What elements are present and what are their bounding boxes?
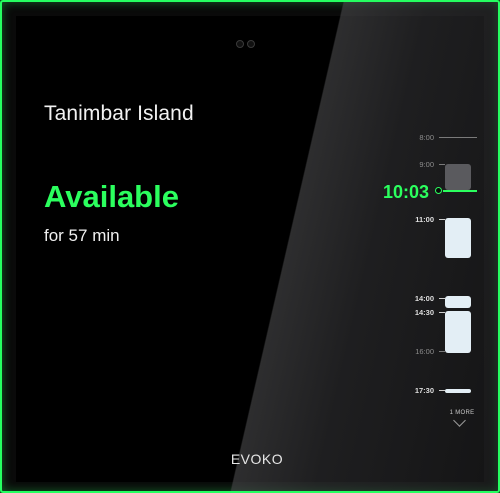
availability-duration: for 57 min <box>44 226 120 245</box>
timeline-hour-label: 14:00 <box>414 294 434 303</box>
current-time-line <box>443 190 477 192</box>
booking-block[interactable] <box>445 296 471 308</box>
booking-block[interactable] <box>445 218 471 258</box>
camera-sensor-icon <box>236 40 244 48</box>
timeline-hour-line <box>439 164 445 165</box>
room-booking-panel: Tanimbar Island Available for 57 min 8:0… <box>0 0 500 493</box>
timeline-hour-label: 8:00 <box>419 133 434 142</box>
timeline-hour-line <box>439 137 477 138</box>
timeline-hour-label: 17:30 <box>414 386 434 395</box>
timeline-hour-line <box>439 351 445 352</box>
booking-block[interactable] <box>445 389 471 393</box>
timeline-hour-label: 11:00 <box>415 215 434 224</box>
sensor-cluster <box>236 40 255 48</box>
current-time-marker-icon <box>435 187 442 194</box>
screen <box>16 16 484 482</box>
light-sensor-icon <box>247 40 255 48</box>
timeline-hour-label: 16:00 <box>415 347 434 356</box>
more-bookings-label[interactable]: 1 MORE <box>442 410 482 416</box>
current-time: 10:03 <box>383 182 430 202</box>
availability-status: Available <box>44 179 179 214</box>
brand-logo: EVOKO <box>230 451 284 467</box>
booking-block[interactable] <box>445 311 471 353</box>
timeline-hour-label: 9:00 <box>419 160 434 169</box>
past-booking-block[interactable] <box>445 164 471 190</box>
room-name: Tanimbar Island <box>44 102 194 125</box>
timeline-hour-label: 14:30 <box>414 308 434 317</box>
